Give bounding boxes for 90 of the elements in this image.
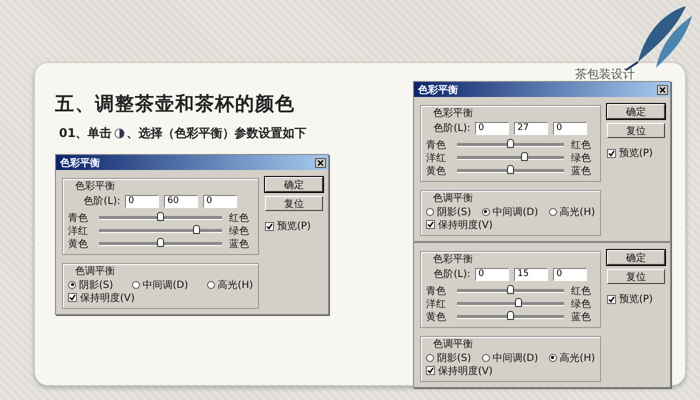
ok-button[interactable]: 确定 — [607, 250, 665, 265]
slider-label: 青色 — [426, 138, 447, 152]
radio-label: 阴影(S) — [437, 352, 472, 364]
slider-label: 蓝色 — [229, 238, 250, 251]
reset-button[interactable]: 复位 — [607, 123, 665, 138]
slider-thumb[interactable] — [514, 298, 522, 307]
slider-label: 红色 — [229, 212, 250, 225]
radio-label: 高光(H) — [218, 278, 253, 292]
radio-button[interactable] — [426, 208, 434, 216]
radio-label: 中间调(D) — [142, 278, 188, 292]
group-title: 色调平衡 — [430, 339, 476, 351]
radio-label: 阴影(S) — [437, 206, 472, 218]
slider-label: 红色 — [571, 139, 592, 152]
checkbox-label: 保持明度(V) — [438, 364, 493, 378]
slider-thumb[interactable] — [506, 285, 514, 294]
group-title: 色调平衡 — [72, 266, 118, 278]
slider-label: 蓝色 — [571, 310, 592, 324]
checkbox[interactable] — [68, 293, 77, 302]
slider-thumb[interactable] — [506, 165, 514, 174]
window-title: 色彩平衡 — [418, 84, 458, 96]
slider-label: 洋红 — [426, 298, 447, 311]
checkbox[interactable] — [265, 222, 274, 230]
radio-button[interactable] — [548, 208, 557, 216]
radio-button[interactable] — [426, 354, 434, 362]
slider-label: 黄色 — [68, 238, 89, 251]
input-field[interactable]: 0 — [553, 268, 588, 280]
section-title: 茶包装设计 — [574, 67, 636, 81]
radio-button[interactable] — [482, 354, 490, 362]
checkbox[interactable] — [426, 366, 435, 375]
radio-label: 阴影(S) — [79, 278, 114, 292]
slider-label: 洋红 — [426, 152, 447, 165]
radio-button[interactable] — [68, 280, 76, 288]
checkbox-label: 预览(P) — [619, 147, 653, 160]
radio-label: 中间调(D) — [492, 206, 538, 218]
slider-label: 红色 — [571, 285, 592, 298]
slider-label: 绿色 — [229, 225, 250, 238]
slider-thumb[interactable] — [506, 139, 514, 148]
radio-label: 中间调(D) — [492, 352, 538, 364]
input-field[interactable]: 60 — [164, 194, 198, 208]
checkbox-label: 保持明度(V) — [438, 218, 493, 232]
group-title: 色调平衡 — [430, 193, 476, 205]
half-circle-icon — [114, 128, 125, 139]
field-label: 色阶(L): — [434, 268, 470, 281]
radio-button[interactable] — [482, 208, 490, 216]
slider-label: 绿色 — [571, 152, 592, 165]
field-label: 色阶(L): — [434, 122, 470, 135]
field-label: 色阶(L): — [84, 195, 120, 208]
radio-button[interactable] — [132, 280, 140, 288]
input-field[interactable]: 0 — [125, 194, 160, 208]
slider-label: 蓝色 — [571, 164, 592, 178]
input-field[interactable]: 27 — [514, 122, 548, 134]
radio-label: 高光(H) — [560, 206, 595, 218]
checkbox[interactable] — [426, 220, 435, 229]
group-title: 色彩平衡 — [72, 181, 118, 193]
slider-label: 绿色 — [571, 298, 592, 311]
reset-button[interactable]: 复位 — [607, 269, 665, 284]
input-field[interactable]: 0 — [475, 268, 510, 280]
slider-label: 洋红 — [68, 225, 89, 238]
slider-label: 黄色 — [426, 310, 447, 324]
input-field[interactable]: 0 — [475, 122, 510, 134]
group-title: 色彩平衡 — [430, 254, 476, 266]
window-title: 色彩平衡 — [60, 156, 100, 170]
ok-button[interactable]: 确定 — [607, 104, 665, 119]
close-icon[interactable] — [657, 84, 668, 94]
radio-button[interactable] — [206, 280, 215, 288]
instruction-text: 、选择（色彩平衡）参数设置如下 — [126, 125, 307, 142]
checkbox[interactable] — [607, 148, 616, 158]
checkbox-label: 保持明度(V) — [80, 292, 135, 304]
slider-label: 黄色 — [426, 164, 447, 178]
slider-label: 青色 — [68, 212, 89, 225]
checkbox-label: 预览(P) — [619, 293, 653, 306]
slider-thumb[interactable] — [506, 311, 514, 320]
checkbox-label: 预览(P) — [277, 220, 311, 233]
ok-button[interactable]: 确定 — [265, 177, 323, 192]
input-field[interactable]: 15 — [514, 268, 548, 280]
group-title: 色彩平衡 — [430, 108, 476, 120]
slider-thumb[interactable] — [193, 225, 200, 234]
radio-button[interactable] — [548, 354, 557, 362]
reset-button[interactable]: 复位 — [265, 196, 323, 211]
input-field[interactable]: 0 — [203, 194, 238, 208]
heading: 五、调整茶壶和茶杯的颜色 — [55, 92, 296, 117]
input-field[interactable]: 0 — [553, 122, 588, 134]
checkbox[interactable] — [607, 294, 616, 304]
slider-thumb[interactable] — [156, 212, 164, 221]
slider-label: 青色 — [426, 284, 447, 298]
instruction-text: 01、单击 — [59, 125, 112, 142]
slider-thumb[interactable] — [156, 238, 164, 247]
radio-label: 高光(H) — [560, 352, 595, 364]
close-icon[interactable] — [315, 158, 326, 168]
slider-thumb[interactable] — [520, 152, 528, 161]
